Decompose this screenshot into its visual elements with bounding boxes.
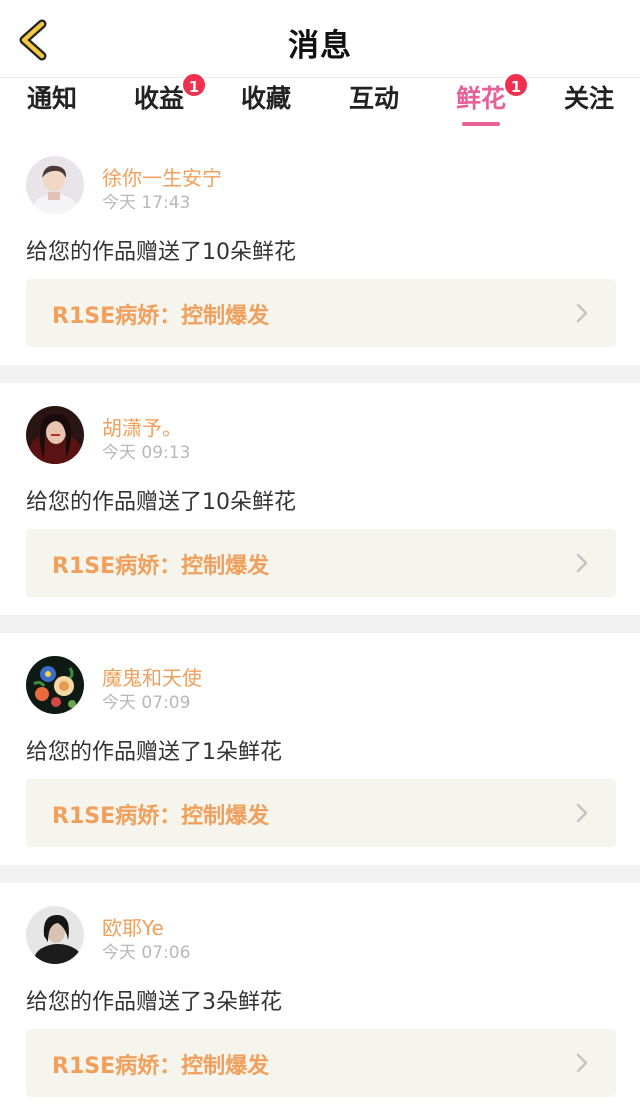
- message-text: 给您的作品赠送了10朵鲜花: [26, 490, 296, 515]
- work-title: R1SE病娇：控制爆发: [52, 804, 270, 829]
- chevron-right-icon: [576, 553, 588, 573]
- tab-interactions[interactable]: 互动: [334, 84, 414, 126]
- tab-notifications[interactable]: 通知: [12, 84, 92, 126]
- tab-label: 收藏: [240, 84, 291, 113]
- timestamp: 今天 17:43: [102, 193, 191, 213]
- user-avatar-icon: [26, 406, 84, 464]
- work-link[interactable]: R1SE病娇：控制爆发: [26, 279, 616, 347]
- list-item: 胡潇予。 今天 09:13 给您的作品赠送了10朵鲜花 R1SE病娇：控制爆发: [0, 383, 640, 615]
- username[interactable]: 徐你一生安宁: [102, 162, 222, 191]
- message-text: 给您的作品赠送了1朵鲜花: [26, 740, 282, 765]
- username[interactable]: 胡潇予。: [102, 412, 182, 441]
- message-text: 给您的作品赠送了3朵鲜花: [26, 990, 282, 1015]
- timestamp: 今天 07:09: [102, 693, 191, 713]
- page-title: 消息: [288, 28, 352, 64]
- tab-favorites[interactable]: 收藏: [226, 84, 306, 126]
- work-link[interactable]: R1SE病娇：控制爆发: [26, 779, 616, 847]
- divider: [0, 365, 640, 383]
- chevron-right-icon: [576, 803, 588, 823]
- tab-label: 关注: [563, 84, 614, 113]
- avatar[interactable]: [26, 156, 84, 214]
- username[interactable]: 魔鬼和天使: [102, 662, 202, 691]
- timestamp: 今天 09:13: [102, 443, 191, 463]
- message-text: 给您的作品赠送了10朵鲜花: [26, 240, 296, 265]
- list-item: 魔鬼和天使 今天 07:09 给您的作品赠送了1朵鲜花 R1SE病娇：控制爆发: [0, 633, 640, 865]
- work-title: R1SE病娇：控制爆发: [52, 554, 270, 579]
- tab-flowers[interactable]: 鲜花 1: [441, 72, 529, 126]
- tab-earnings[interactable]: 收益 1: [119, 72, 207, 126]
- unread-badge: 1: [503, 72, 529, 98]
- divider: [0, 615, 640, 633]
- tab-following[interactable]: 关注: [549, 84, 629, 126]
- unread-badge: 1: [181, 72, 207, 98]
- avatar[interactable]: [26, 656, 84, 714]
- tab-label: 通知: [26, 84, 77, 113]
- tab-label: 鲜花: [455, 84, 506, 113]
- tab-label: 互动: [348, 84, 399, 113]
- list-item: 徐你一生安宁 今天 17:43 给您的作品赠送了10朵鲜花 R1SE病娇：控制爆…: [0, 128, 640, 365]
- flowers-avatar-icon: [26, 656, 84, 714]
- avatar[interactable]: [26, 906, 84, 964]
- top-nav-bar: 消息: [0, 0, 640, 78]
- timestamp: 今天 07:06: [102, 943, 191, 963]
- chevron-right-icon: [576, 303, 588, 323]
- work-title: R1SE病娇：控制爆发: [52, 1054, 270, 1079]
- tab-label: 收益: [133, 84, 184, 113]
- user-avatar-icon: [26, 906, 84, 964]
- work-link[interactable]: R1SE病娇：控制爆发: [26, 529, 616, 597]
- divider: [0, 865, 640, 883]
- list-item: 欧耶Ye 今天 07:06 给您的作品赠送了3朵鲜花 R1SE病娇：控制爆发: [0, 883, 640, 1110]
- chevron-right-icon: [576, 1053, 588, 1073]
- work-link[interactable]: R1SE病娇：控制爆发: [26, 1029, 616, 1097]
- user-avatar-icon: [26, 156, 84, 214]
- avatar[interactable]: [26, 406, 84, 464]
- work-title: R1SE病娇：控制爆发: [52, 304, 270, 329]
- username[interactable]: 欧耶Ye: [102, 912, 164, 941]
- tab-bar: 通知 收益 1 收藏 互动 鲜花 1 关注: [0, 72, 640, 128]
- active-tab-indicator: [462, 122, 500, 126]
